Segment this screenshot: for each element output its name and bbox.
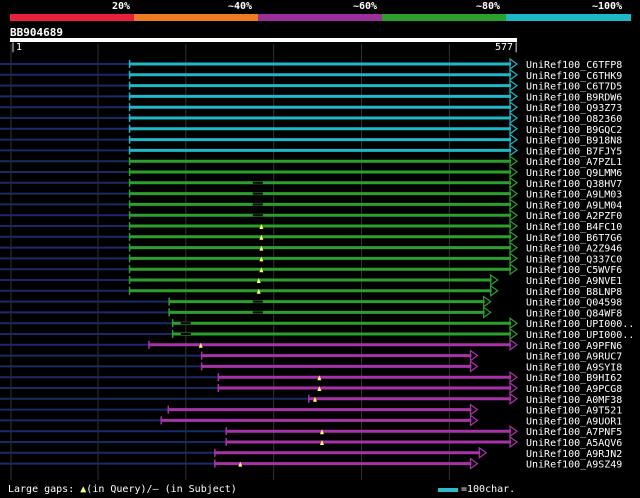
- gaps-legend: Large gaps: ▲(in Query)/— (in Subject): [8, 484, 237, 495]
- hit-end-arrow: [490, 273, 499, 287]
- hit-name: UniRef100_UPI000..: [526, 330, 634, 341]
- subject-gap-mark: [252, 203, 263, 206]
- hit-name: UniRef100_C6T7D5: [526, 82, 622, 93]
- hit-name: UniRef100_C6THK9: [526, 71, 622, 82]
- hit-end-arrow: [509, 317, 519, 330]
- gaps-query-label: (in Query)/: [86, 484, 153, 495]
- hit-name: UniRef100_A9RUC7: [526, 352, 622, 363]
- subject-gap-mark: [252, 192, 263, 195]
- hit-name: UniRef100_Q84WF8: [526, 308, 622, 319]
- hit-end-arrow: [469, 349, 479, 362]
- hit-name: UniRef100_Q93Z73: [526, 103, 622, 114]
- hit-name: UniRef100_B6T7G6: [526, 233, 622, 244]
- hit-end-arrow: [509, 57, 519, 71]
- hit-name: UniRef100_Q9LMM6: [526, 168, 622, 179]
- hit-name: UniRef100_B9RDW6: [526, 92, 622, 103]
- hit-end-arrow: [469, 403, 479, 416]
- hit-end-arrow: [469, 457, 479, 470]
- hit-end-arrow: [509, 155, 519, 168]
- hit-name: UniRef100_O82360: [526, 114, 622, 125]
- hit-end-arrow: [509, 230, 519, 243]
- hit-name: UniRef100_A7PZL1: [526, 157, 622, 168]
- hit-end-arrow: [469, 360, 479, 373]
- hit-end-arrow: [509, 90, 519, 103]
- hit-end-arrow: [509, 187, 519, 200]
- hit-name: UniRef100_A9PCG8: [526, 384, 622, 395]
- hit-name: UniRef100_UPI000..: [526, 319, 634, 330]
- hit-alignment-graph: UniRef100_C6TFP8UniRef100_C6THK9UniRef10…: [0, 44, 634, 480]
- hit-name: UniRef100_A7PNF5: [526, 427, 622, 438]
- hit-name: UniRef100_A9LM03: [526, 190, 622, 201]
- hit-end-arrow: [509, 392, 519, 405]
- hit-name: UniRef100_Q04598: [526, 298, 622, 309]
- hit-end-arrow: [509, 338, 519, 351]
- hit-name: UniRef100_A9UOR1: [526, 416, 622, 427]
- hit-end-arrow: [509, 371, 519, 384]
- scale-bar: [438, 488, 458, 492]
- hit-end-arrow: [509, 209, 519, 222]
- hit-name: UniRef100_A0MF38: [526, 395, 622, 406]
- hit-name: UniRef100_A9NVE1: [526, 276, 622, 287]
- hit-name: UniRef100_A9SYI8: [526, 362, 622, 373]
- hit-end-arrow: [483, 306, 492, 319]
- hit-end-arrow: [509, 252, 519, 265]
- hit-name: UniRef100_A9PFN6: [526, 341, 622, 352]
- gaps-subject-label: — (in Subject): [152, 484, 237, 495]
- hit-end-arrow: [509, 101, 519, 114]
- hit-name: UniRef100_A2PZF0: [526, 211, 622, 222]
- hit-name: UniRef100_A5AQV6: [526, 438, 622, 449]
- hit-name: UniRef100_A9RJN2: [526, 449, 622, 460]
- hit-name: UniRef100_B8LNP8: [526, 287, 622, 298]
- gaps-prefix: Large gaps:: [8, 484, 75, 495]
- hit-name: UniRef100_A2Z946: [526, 244, 622, 255]
- hit-name: UniRef100_A9LM04: [526, 200, 622, 211]
- hit-name: UniRef100_A9SZ49: [526, 460, 622, 471]
- hit-name: UniRef100_B9HI62: [526, 373, 622, 384]
- hit-end-arrow: [509, 381, 519, 395]
- hit-name: UniRef100_Q337C0: [526, 254, 622, 265]
- hit-end-arrow: [509, 435, 519, 449]
- hit-end-arrow: [509, 176, 519, 189]
- subject-gap-mark: [252, 300, 263, 303]
- hit-name: UniRef100_B4FC10: [526, 222, 622, 233]
- scale-label: =100char.: [461, 484, 516, 495]
- hit-end-arrow: [509, 241, 519, 254]
- hit-end-arrow: [490, 284, 499, 297]
- hit-end-arrow: [469, 414, 479, 427]
- hit-end-arrow: [509, 144, 519, 157]
- hit-end-arrow: [483, 295, 492, 308]
- hit-end-arrow: [509, 111, 519, 125]
- hit-end-arrow: [509, 68, 519, 81]
- subject-gap-mark: [180, 333, 191, 335]
- hit-name: UniRef100_A9T521: [526, 406, 622, 417]
- hit-name: UniRef100_B7FJY5: [526, 146, 622, 157]
- hit-end-arrow: [509, 79, 519, 92]
- subject-gap-mark: [252, 181, 263, 184]
- hit-name: UniRef100_C5WVF6: [526, 265, 622, 276]
- hit-end-arrow: [509, 219, 519, 233]
- hit-name: UniRef100_Q38HV7: [526, 179, 622, 190]
- hit-name: UniRef100_C6TFP8: [526, 60, 622, 71]
- hit-end-arrow: [509, 263, 519, 276]
- hit-name: UniRef100_B9GQC2: [526, 125, 622, 136]
- hit-end-arrow: [509, 327, 519, 341]
- subject-gap-mark: [180, 322, 191, 325]
- hit-end-arrow: [509, 122, 519, 135]
- hit-end-arrow: [509, 133, 519, 146]
- subject-gap-mark: [252, 214, 263, 217]
- hit-end-arrow: [509, 165, 519, 179]
- hit-end-arrow: [509, 425, 519, 438]
- hit-end-arrow: [478, 446, 488, 459]
- hit-name: UniRef100_B918N8: [526, 136, 622, 147]
- subject-gap-mark: [252, 311, 263, 314]
- hit-end-arrow: [509, 198, 519, 211]
